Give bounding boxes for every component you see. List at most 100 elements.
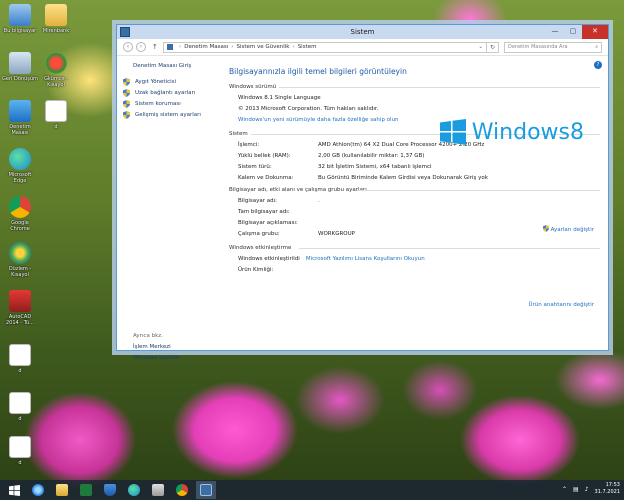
edge-icon	[9, 148, 31, 170]
system-row-label: İşlemci:	[238, 142, 260, 148]
sidebar-item-advanced-settings[interactable]: Gelişmiş sistem ayarları	[123, 111, 221, 119]
section-activation: Windows etkinleştirme	[229, 245, 600, 251]
desktop-icon-label: Gkümcə - Kısayol	[44, 76, 68, 88]
desktop-icon-label: d	[18, 416, 22, 422]
system-row-value: 2,00 GB (kullanılabilir miktar: 1,37 GB)	[318, 153, 425, 159]
refresh-button[interactable]: ↻	[487, 41, 499, 53]
windows-start-icon	[8, 484, 20, 496]
maximize-button[interactable]: ▢	[564, 25, 582, 39]
folder-icon	[56, 484, 68, 496]
desktop-icon-control-panel[interactable]: Denetim Masası	[2, 100, 38, 136]
desktop-icon-label: Düzlem - Kısayol	[8, 266, 32, 278]
taskbar: ⌃ ▤ ♪ 17:53 31.7.2021	[0, 480, 624, 500]
desktop-icon-edge[interactable]: Microsoft Edge	[2, 148, 38, 184]
minimize-button[interactable]: —	[546, 25, 564, 39]
section-windows-edition: Windows sürümü	[229, 84, 600, 90]
breadcrumb-item[interactable]: Sistem ve Güvenlik	[236, 44, 289, 50]
breadcrumb-item[interactable]: Denetim Masası	[184, 44, 228, 50]
sidebar-item-label: Uzak bağlantı ayarları	[135, 90, 196, 96]
computer-row-label: Tam bilgisayar adı:	[238, 209, 290, 215]
window-titlebar[interactable]: Sistem — ▢ ✕	[117, 25, 608, 39]
folder-icon	[45, 4, 67, 26]
sidebar: Denetim Masası Giriş Aygıt Yöneticisi Uz…	[117, 57, 221, 361]
search-input[interactable]: Denetim Masasında Ara ⌕	[504, 41, 602, 53]
section-title: Windows sürümü	[229, 84, 277, 90]
control-panel-icon	[9, 100, 31, 122]
desktop-icon-this-pc[interactable]: Bu bilgisayar	[2, 4, 38, 34]
main-content: Bilgisayarınızla ilgili temel bilgileri …	[229, 57, 600, 350]
change-product-key-link[interactable]: Ürün anahtarını değiştir	[528, 302, 594, 308]
desktop-icon-document[interactable]: d	[38, 100, 74, 130]
app-shortcut-icon	[9, 242, 31, 264]
close-button[interactable]: ✕	[582, 25, 608, 39]
navigation-bar: ‹ › ↑ › Denetim Masası › Sistem ve Güven…	[117, 39, 608, 56]
system-icon	[120, 27, 130, 37]
network-icon[interactable]: ▤	[573, 486, 579, 493]
system-tray: ⌃ ▤ ♪ 17:53 31.7.2021	[562, 482, 620, 496]
desktop-icon-autocad[interactable]: AutoCAD 2014 - Tü...	[2, 290, 38, 326]
section-computer-name: Bilgisayar adı, etki alanı ve çalışma gr…	[229, 187, 600, 193]
up-arrow-icon[interactable]: ↑	[152, 43, 160, 51]
taskbar-excel[interactable]	[76, 481, 96, 499]
shield-icon	[123, 100, 130, 108]
desktop-icon-document-3[interactable]: d	[2, 392, 38, 422]
system-row-label: Kalem ve Dokunma:	[238, 175, 294, 181]
clock-date: 31.7.2021	[594, 489, 620, 495]
system-row-value: Bu Görüntü Biriminde Kalem Girdisi veya …	[318, 175, 488, 181]
taskbar-chrome[interactable]	[172, 481, 192, 499]
edition-value: Windows 8.1 Single Language	[238, 95, 321, 101]
system-row-value: 32 bit İşletim Sistemi, x64 tabanlı işle…	[318, 164, 432, 170]
window-title: Sistem	[350, 28, 375, 36]
system-row: Kalem ve Dokunma: Bu Görüntü Biriminde Ka…	[229, 175, 600, 181]
desktop-icon-document-2[interactable]: d	[2, 344, 38, 374]
windows-flag-icon	[439, 119, 466, 145]
activation-row: Windows etkinleştirildi Microsoft Yazılım…	[229, 256, 600, 262]
edition-row: Windows 8.1 Single Language	[229, 95, 600, 101]
computer-row-value: .	[318, 198, 320, 204]
taskbar-store[interactable]	[148, 481, 168, 499]
taskbar-explorer[interactable]	[52, 481, 72, 499]
forward-button[interactable]: ›	[136, 42, 146, 52]
desktop-icon-document-4[interactable]: d	[2, 436, 38, 466]
taskbar-edge[interactable]	[124, 481, 144, 499]
more-features-link[interactable]: Windows'un yeni sürümüyle daha fazla öze…	[238, 117, 399, 123]
internet-explorer-icon	[32, 484, 44, 496]
app-shortcut-icon	[45, 52, 67, 74]
taskbar-system[interactable]	[196, 481, 216, 499]
change-settings-label: Ayarları değiştir	[550, 227, 594, 233]
start-button[interactable]	[4, 481, 24, 499]
desktop-icon-label: d	[54, 124, 58, 130]
desktop-icon-shortcut-2[interactable]: Düzlem - Kısayol	[2, 242, 38, 278]
see-also-link-action-center[interactable]: İşlem Merkezi	[133, 344, 179, 350]
activation-status: Windows etkinleştirildi	[238, 256, 300, 262]
desktop-icon-folder[interactable]: Mirenbank	[38, 4, 74, 34]
breadcrumb-item[interactable]: Sistem	[298, 44, 317, 50]
chevron-down-icon[interactable]: ⌄	[478, 44, 483, 50]
desktop-icon-chrome[interactable]: Google Chrome	[2, 196, 38, 232]
logo-word: Windows	[471, 119, 570, 145]
taskbar-defender[interactable]	[100, 481, 120, 499]
volume-icon[interactable]: ♪	[585, 486, 589, 493]
section-title: Sistem	[229, 131, 248, 137]
chevron-up-icon[interactable]: ⌃	[562, 486, 567, 493]
desktop-icon-recycle-bin[interactable]: Geri Dönüşüm	[2, 52, 38, 82]
address-bar[interactable]: › Denetim Masası › Sistem ve Güvenlik › …	[163, 41, 487, 53]
see-also-link-windows-update[interactable]: Windows Update	[133, 355, 179, 361]
clock[interactable]: 17:53 31.7.2021	[595, 482, 620, 496]
license-terms-link[interactable]: Microsoft Yazılımı Lisans Koşullarını Ok…	[306, 256, 425, 262]
back-button[interactable]: ‹	[123, 42, 133, 52]
desktop-icon-label: Bu bilgisayar	[3, 28, 37, 34]
window-controls: — ▢ ✕	[546, 25, 608, 39]
change-settings-link[interactable]: Ayarları değiştir	[542, 225, 594, 233]
sidebar-home-link[interactable]: Denetim Masası Giriş	[133, 63, 221, 69]
sidebar-item-remote-settings[interactable]: Uzak bağlantı ayarları	[123, 89, 221, 97]
shield-icon	[104, 484, 116, 496]
taskbar-ie[interactable]	[28, 481, 48, 499]
windows-logo-text: Windows8	[472, 120, 584, 145]
product-id-label: Ürün Kimliği:	[238, 267, 274, 273]
sidebar-item-system-protection[interactable]: Sistem koruması	[123, 100, 221, 108]
computer-row: Tam bilgisayar adı:	[229, 209, 600, 215]
windows-logo: Windows8	[439, 119, 584, 145]
sidebar-item-device-manager[interactable]: Aygıt Yöneticisi	[123, 78, 221, 86]
desktop-icon-shortcut[interactable]: Gkümcə - Kısayol	[38, 52, 74, 88]
